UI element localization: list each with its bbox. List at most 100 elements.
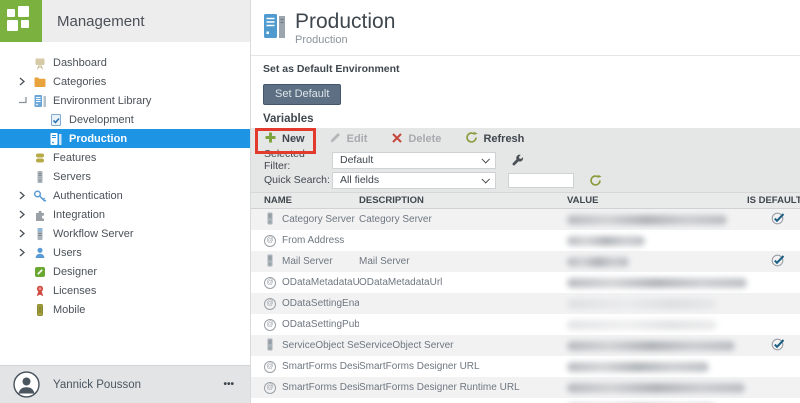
delete-button-label: Delete [408,133,441,145]
refresh-button[interactable]: Refresh [465,131,524,147]
workflow-server-icon [32,227,47,241]
sidebar-item-designer[interactable]: Designer [0,262,250,281]
variable-name: Category Server [282,214,355,225]
selected-filter-value: Default [340,154,373,166]
cell-value [567,320,747,330]
sidebar-nav: Dashboard Categories Environment Library… [0,42,250,365]
sidebar-item-label: Users [53,247,82,259]
user-menu-button[interactable]: ••• [223,379,234,390]
redacted-value [567,215,727,225]
table-row[interactable]: @ ODataSettingPubl... [251,314,800,335]
environment-library-icon [32,94,47,108]
cell-is-default [747,254,800,270]
cell-name: Category Server [264,212,359,228]
sidebar-item-integration[interactable]: Integration [0,205,250,224]
quick-search-field-value: All fields [340,174,379,186]
variable-name: ODataMetadataUrl [282,277,359,288]
filter-settings-wrench-button[interactable] [511,154,524,167]
tree-expander-icon[interactable] [18,248,32,257]
cell-value [567,215,747,225]
sidebar-item-dashboard[interactable]: Dashboard [0,53,250,72]
page-subtitle: Production [295,34,395,46]
delete-button: Delete [391,132,441,147]
sidebar-item-mobile[interactable]: Mobile [0,300,250,319]
sidebar-item-features[interactable]: Features [0,148,250,167]
tree-expander-icon[interactable] [18,229,32,238]
sidebar-item-label: Mobile [53,304,85,316]
designer-icon [32,265,47,279]
variables-toolbar: New Edit Delete Refresh Selected Filter: [251,128,800,192]
table-row[interactable]: @ SmartForms Desi... SmartForms Designer… [251,377,800,398]
sidebar-item-label: Authentication [53,190,123,202]
chevron-down-icon [481,175,489,183]
tree-expander-icon[interactable] [18,77,32,86]
redacted-value [567,299,717,309]
sidebar-item-workflow-server[interactable]: Workflow Server [0,224,250,243]
table-row[interactable]: @ ODataMetadataUrl ODataMetadataUrl [251,272,800,293]
sidebar-item-licenses[interactable]: Licenses [0,281,250,300]
table-row[interactable]: Mail Server Mail Server [251,251,800,272]
sidebar-item-servers[interactable]: Servers [0,167,250,186]
quick-search-input[interactable] [508,173,574,188]
variables-label: Variables [263,113,800,125]
tree-expander-icon[interactable] [18,191,32,200]
server-icon [264,212,276,228]
sidebar-item-development[interactable]: Development [0,110,250,129]
column-header-name[interactable]: NAME [264,195,359,206]
app-title: Management [42,0,250,42]
sidebar-item-authentication[interactable]: Authentication [0,186,250,205]
quick-search-field-select[interactable]: All fields [332,172,496,189]
quick-search-refresh-button[interactable] [589,174,602,187]
sidebar-header: Management [0,0,250,42]
set-default-button[interactable]: Set Default [263,84,341,105]
sidebar-item-label: Categories [53,76,106,88]
avatar[interactable] [13,371,40,398]
tree-expander-icon[interactable] [18,96,32,105]
redacted-value [567,320,717,330]
cell-description: Mail Server [359,256,567,267]
sidebar-item-label: Production [69,133,127,145]
user-name: Yannick Pousson [53,379,141,391]
cell-value [567,341,747,351]
page-title: Production [295,10,395,34]
cell-value [567,299,747,309]
cell-description: SmartForms Designer URL [359,361,567,372]
table-row[interactable]: @ ODataSettingEna... [251,293,800,314]
cell-is-default [747,338,800,354]
table-row[interactable]: Category Server Category Server [251,209,800,230]
set-default-label: Set as Default Environment [263,63,800,75]
table-row[interactable]: ServiceObject Ser... ServiceObject Serve… [251,335,800,356]
cell-description: SmartForms Designer Runtime URL [359,382,567,393]
at-icon: @ [264,361,276,373]
table-row[interactable]: @ SmartForms Desi... SmartForms Designer… [251,356,800,377]
tree-expander-icon[interactable] [18,210,32,219]
edit-button: Edit [329,131,368,147]
page-header: Production Production [251,0,800,56]
new-button[interactable]: New [264,131,305,147]
variable-name: From Address [282,235,344,246]
column-header-value[interactable]: VALUE [567,195,747,206]
cell-description: ServiceObject Server [359,340,567,351]
mobile-icon [32,303,47,317]
sidebar-item-production[interactable]: Production [0,129,250,148]
sidebar-item-categories[interactable]: Categories [0,72,250,91]
table-row[interactable]: @ From Address [251,230,800,251]
redacted-value [567,383,745,393]
table-row[interactable]: @ SmartForms Desi... SmartForms Designer… [251,398,800,403]
sidebar-item-environment-library[interactable]: Environment Library [0,91,250,110]
column-header-is-default[interactable]: IS DEFAULT [747,195,800,206]
is-default-check-icon [771,212,785,228]
table-header: NAME DESCRIPTION VALUE IS DEFAULT [251,192,800,209]
at-icon: @ [264,382,276,394]
sidebar-item-users[interactable]: Users [0,243,250,262]
column-header-description[interactable]: DESCRIPTION [359,195,567,206]
cell-name: @ ODataMetadataUrl [264,277,359,289]
selected-filter-select[interactable]: Default [332,152,496,169]
refresh-icon [465,131,478,147]
cell-value [567,383,747,393]
categories-icon [32,75,47,89]
pencil-icon [329,131,342,147]
sidebar-item-label: Environment Library [53,95,151,107]
sidebar-item-label: Dashboard [53,57,107,69]
development-icon [48,113,63,127]
